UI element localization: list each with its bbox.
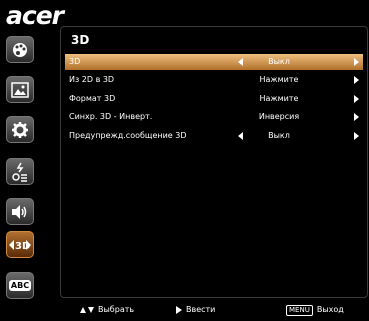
row-label: Предупрежд.сообщение 3D: [69, 131, 187, 140]
arrow-right-icon[interactable]: [354, 132, 359, 140]
menu-row-3d-sync-invert[interactable]: Синхр. 3D - Инверт. Инверсия: [65, 109, 363, 125]
row-label: 3D: [69, 57, 81, 66]
row-label: Из 2D в 3D: [69, 75, 115, 84]
row-value: Нажмите: [259, 75, 299, 84]
menu-row-3d[interactable]: 3D Выкл: [65, 54, 363, 70]
up-down-arrows-icon: [80, 307, 94, 313]
menu-row-3d-warning-message[interactable]: Предупрежд.сообщение 3D Выкл: [65, 128, 363, 144]
select-label: Выбрать: [98, 305, 135, 314]
image-icon[interactable]: [6, 76, 34, 103]
row-value: Выкл: [268, 57, 290, 66]
footer-hints: Выбрать Ввести MENU Выход: [60, 302, 366, 318]
language-icon[interactable]: ABC: [6, 272, 34, 299]
exit-hint: MENU Выход: [286, 302, 344, 318]
row-value: Инверсия: [258, 112, 300, 121]
3d-icon[interactable]: 3D: [6, 231, 34, 258]
palette-icon[interactable]: [6, 36, 34, 63]
exit-label: Выход: [316, 305, 344, 314]
row-value: Выкл: [268, 131, 290, 140]
menu-row-3d-format[interactable]: Формат 3D Нажмите: [65, 91, 363, 107]
arrow-right-icon[interactable]: [354, 58, 359, 66]
enter-label: Ввести: [186, 305, 216, 314]
arrow-right-icon[interactable]: [354, 95, 359, 103]
arrow-right-icon[interactable]: [354, 113, 359, 121]
row-label: Формат 3D: [69, 94, 116, 103]
row-value: Нажмите: [259, 94, 299, 103]
menu-key-icon: MENU: [286, 304, 313, 316]
power-management-icon[interactable]: [6, 158, 34, 185]
acer-logo: acer: [6, 1, 64, 30]
enter-hint: Ввести: [176, 302, 215, 318]
arrow-right-icon: [176, 306, 182, 314]
arrow-right-icon[interactable]: [354, 76, 359, 84]
select-hint: Выбрать: [80, 302, 134, 318]
audio-icon[interactable]: [6, 198, 34, 225]
language-icon-label: ABC: [8, 280, 32, 291]
row-label: Синхр. 3D - Инверт.: [69, 112, 153, 121]
menu-row-2d-to-3d[interactable]: Из 2D в 3D Нажмите: [65, 72, 363, 88]
gear-icon[interactable]: [6, 116, 34, 143]
panel-title: 3D: [71, 33, 90, 47]
osd-menu-panel: 3D 3D Выкл Из 2D в 3D Нажмите Формат 3D …: [60, 26, 368, 298]
